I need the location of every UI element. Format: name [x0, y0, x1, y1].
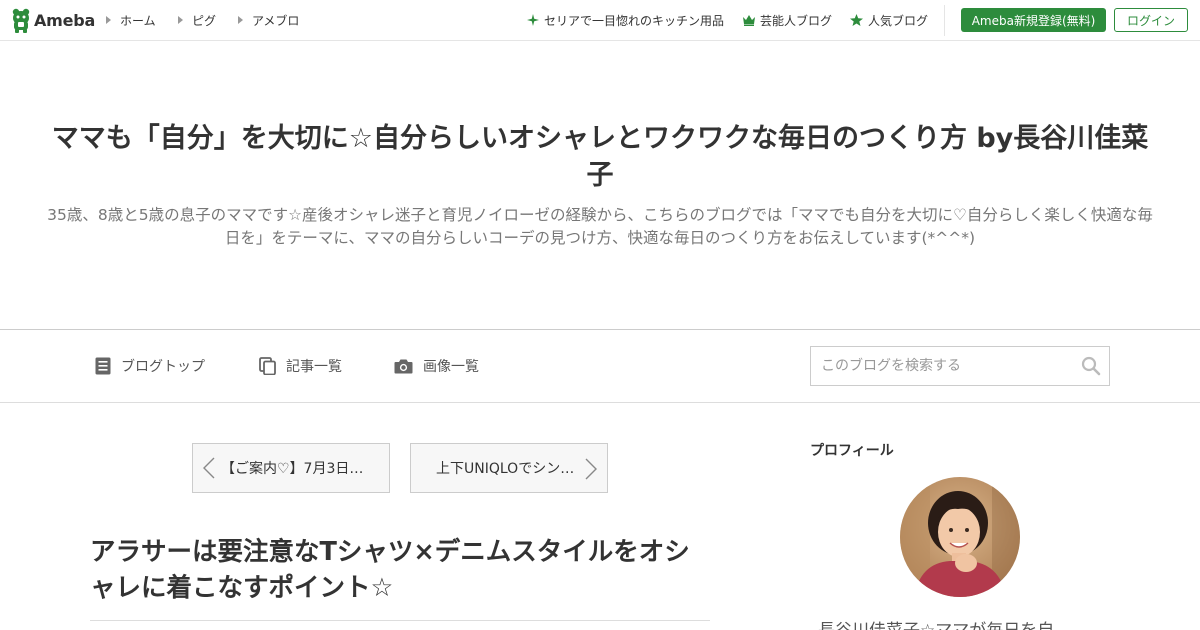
- prev-entry-button[interactable]: 【ご案内♡】7月3日…: [192, 443, 390, 493]
- sparkle-icon: [527, 14, 539, 26]
- document-icon: [95, 357, 111, 375]
- caret-right-icon: [106, 16, 111, 24]
- link-popular-blogs-label: 人気ブログ: [868, 13, 929, 28]
- nav-ameblo-label: アメブロ: [252, 13, 300, 28]
- ameba-logo[interactable]: Ameba: [11, 6, 95, 34]
- login-button[interactable]: ログイン: [1114, 8, 1188, 32]
- copy-icon: [259, 357, 276, 375]
- article-title[interactable]: アラサーは要注意なTシャツ×デニムスタイルをオシャレに着こなすポイント☆: [90, 534, 710, 606]
- nav-pigg-label: ピグ: [192, 13, 217, 28]
- blog-title[interactable]: ママも「自分」を大切に☆自分らしいオシャレとワクワクな毎日のつくり方 by長谷川…: [40, 120, 1160, 194]
- ameba-mascot-icon: [12, 8, 30, 33]
- blog-search-box: [810, 346, 1110, 386]
- link-celebrity-blogs[interactable]: 芸能人ブログ: [743, 0, 832, 40]
- blog-nav-top-label: ブログトップ: [121, 359, 205, 375]
- link-seria-kitchen-label: セリアで一目惚れのキッチン用品: [544, 13, 725, 28]
- blog-search-input[interactable]: [811, 347, 1071, 385]
- search-icon[interactable]: [1081, 356, 1101, 376]
- nav-pigg[interactable]: ピグ: [178, 0, 216, 40]
- link-popular-blogs[interactable]: 人気ブログ: [850, 0, 928, 40]
- profile-photo: [900, 477, 1020, 597]
- blog-nav-entries[interactable]: 記事一覧: [259, 330, 342, 402]
- caret-right-icon: [178, 16, 183, 24]
- caret-right-icon: [238, 16, 243, 24]
- next-entry-label: 上下UNIQLOでシン…: [436, 461, 575, 477]
- blog-nav-images[interactable]: 画像一覧: [394, 330, 479, 402]
- blog-description: 35歳、8歳と5歳の息子のママです☆産後オシャレ迷子と育児ノイローゼの経験から、…: [47, 206, 1153, 247]
- blog-nav-entries-label: 記事一覧: [286, 359, 342, 375]
- prev-entry-label: 【ご案内♡】7月3日…: [221, 461, 364, 477]
- header-divider: [944, 5, 945, 36]
- register-button[interactable]: Ameba新規登録(無料): [961, 8, 1106, 32]
- profile-avatar[interactable]: [900, 477, 1020, 597]
- profile-name[interactable]: 長谷川佳菜子☆ママが毎日を自: [818, 620, 1118, 630]
- chevron-left-icon: [203, 457, 215, 479]
- global-header: Ameba ホーム ピグ アメブロ セリアで一目惚れのキッチン用品 芸能人ブログ…: [0, 0, 1200, 41]
- blog-nav-top[interactable]: ブログトップ: [95, 330, 205, 402]
- nav-ameblo[interactable]: アメブロ: [238, 0, 299, 40]
- nav-home-label: ホーム: [120, 13, 156, 28]
- next-entry-button[interactable]: 上下UNIQLOでシン…: [410, 443, 608, 493]
- logo-text: Ameba: [34, 10, 96, 30]
- chevron-right-icon: [585, 458, 597, 480]
- star-icon: [850, 14, 863, 26]
- blog-nav-bar: ブログトップ 記事一覧 画像一覧: [0, 329, 1200, 403]
- nav-home[interactable]: ホーム: [106, 0, 156, 40]
- blog-nav-images-label: 画像一覧: [423, 359, 479, 375]
- profile-heading: プロフィール: [810, 443, 894, 459]
- link-celebrity-blogs-label: 芸能人ブログ: [760, 13, 833, 28]
- camera-icon: [394, 359, 413, 374]
- crown-icon: [743, 14, 755, 26]
- link-seria-kitchen[interactable]: セリアで一目惚れのキッチン用品: [527, 0, 724, 40]
- article-title-divider: [90, 620, 710, 621]
